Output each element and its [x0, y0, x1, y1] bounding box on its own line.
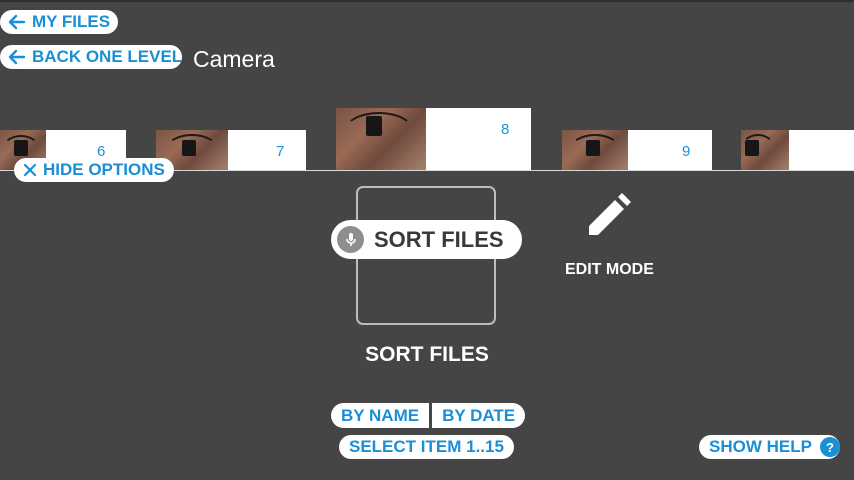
select-item-label: SELECT ITEM 1..15 — [349, 437, 504, 456]
thumbnail-item[interactable]: 9 — [562, 130, 712, 170]
pencil-icon[interactable] — [585, 193, 635, 239]
thumbnail-image — [562, 130, 628, 170]
voice-command-label: SORT FILES — [374, 226, 504, 252]
my-files-button[interactable]: MY FILES — [0, 10, 118, 34]
arrow-left-icon — [8, 14, 26, 30]
sort-files-label: SORT FILES — [365, 343, 489, 366]
thumbnail-image — [741, 130, 789, 170]
thumbnail-number: 9 — [682, 143, 691, 160]
back-one-level-button[interactable]: BACK ONE LEVEL — [0, 45, 182, 69]
top-strip — [0, 0, 854, 2]
voice-command-pill[interactable]: SORT FILES — [331, 220, 522, 259]
sort-by-name-button[interactable]: BY NAME — [331, 403, 430, 428]
thumbnail-item[interactable] — [741, 130, 854, 170]
hide-options-label: HIDE OPTIONS — [43, 160, 165, 179]
show-help-button[interactable]: SHOW HELP ? — [699, 435, 840, 459]
edit-mode-label[interactable]: EDIT MODE — [565, 261, 654, 279]
show-help-label: SHOW HELP — [709, 437, 812, 456]
close-icon — [23, 163, 37, 177]
microphone-icon — [337, 226, 364, 253]
thumbnail-item-selected[interactable]: 8 — [336, 108, 531, 170]
thumbnail-number: 7 — [276, 143, 285, 160]
thumbnail-number: 8 — [501, 121, 510, 138]
sort-button-group: BY NAME BY DATE — [331, 403, 526, 428]
thumbnail-item[interactable]: 7 — [156, 130, 306, 170]
hide-options-button[interactable]: HIDE OPTIONS — [14, 158, 174, 182]
sort-by-date-button[interactable]: BY DATE — [432, 403, 526, 428]
help-icon: ? — [819, 437, 840, 457]
arrow-left-icon — [8, 49, 26, 65]
folder-title: Camera — [193, 46, 275, 72]
my-files-label: MY FILES — [32, 12, 111, 31]
thumbnail-image — [336, 108, 426, 170]
select-item-button[interactable]: SELECT ITEM 1..15 — [339, 435, 514, 459]
back-one-level-label: BACK ONE LEVEL — [32, 47, 183, 66]
